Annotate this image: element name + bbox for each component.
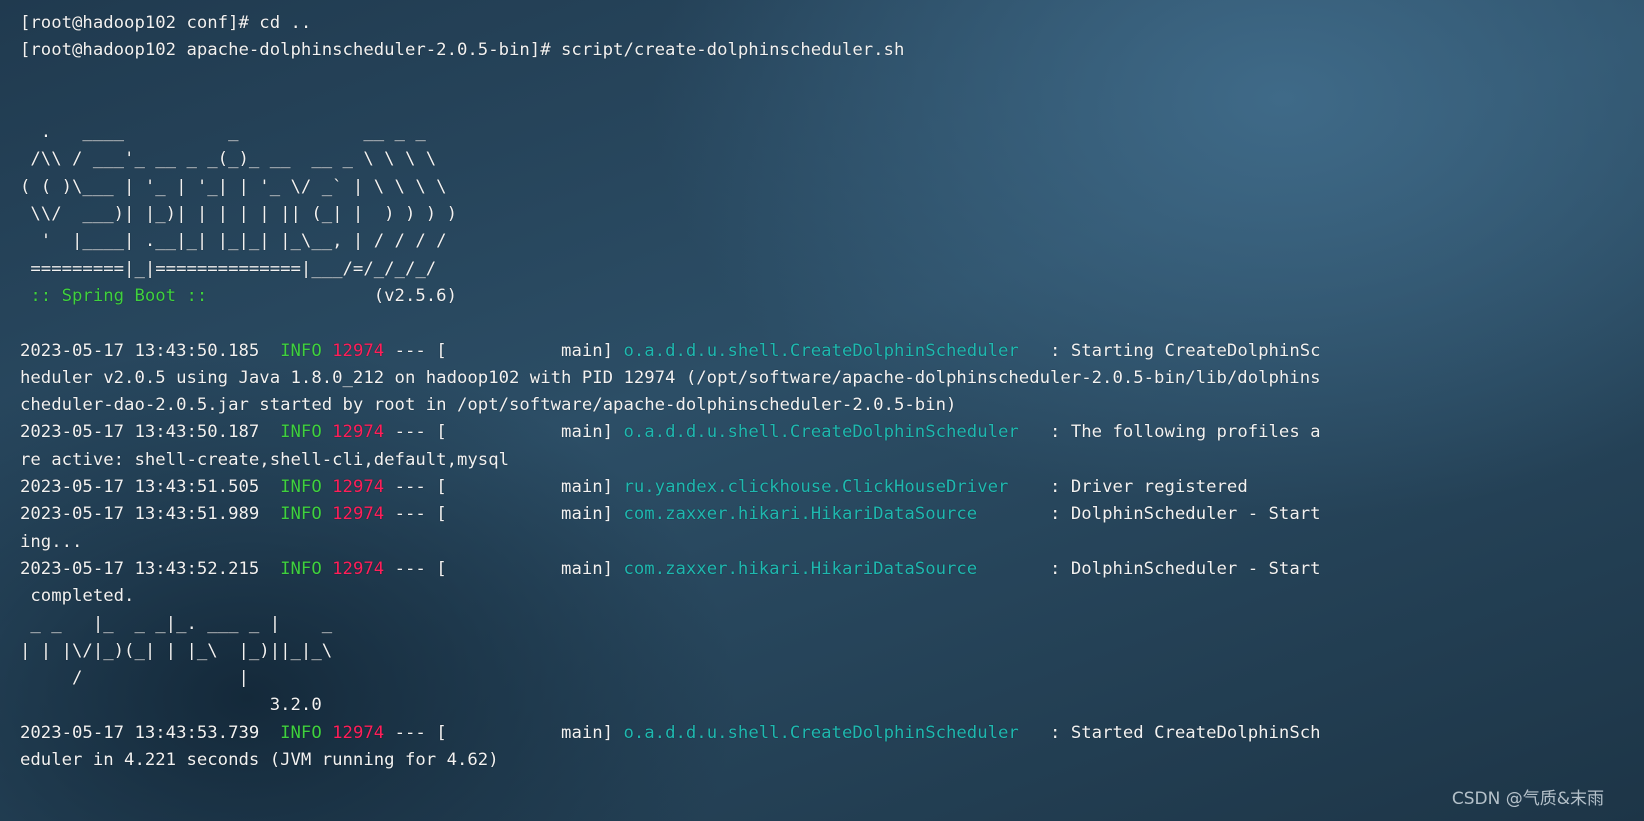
log-message: : Driver registered bbox=[1039, 477, 1248, 498]
log-timestamp: 2023-05-17 13:43:51.989 bbox=[20, 504, 281, 525]
log-thread: --- [ main] bbox=[384, 422, 624, 443]
line-text: | | |\/|_)(_| | |_\ |_)||_|_\ bbox=[20, 640, 333, 661]
line-text: _ _ |_ _ _|_. ___ _ | _ bbox=[20, 613, 333, 634]
terminal-line: ( ( )\___ | '_ | '_| | '_ \/ _` | \ \ \ … bbox=[20, 174, 1620, 201]
log-thread: --- [ main] bbox=[384, 340, 624, 361]
terminal-line: =========|_|==============|___/=/_/_/_/ bbox=[20, 256, 1620, 283]
log-logger: ru.yandex.clickhouse.ClickHouseDriver bbox=[623, 477, 1040, 498]
log-logger: o.a.d.d.u.shell.CreateDolphinScheduler bbox=[623, 422, 1040, 443]
line-text: \\/ ___)| |_)| | | | | || (_| | ) ) ) ) bbox=[20, 204, 457, 225]
terminal-line: \\/ ___)| |_)| | | | | || (_| | ) ) ) ) bbox=[20, 201, 1620, 228]
log-pid: 12974 bbox=[321, 340, 385, 361]
line-text: / | bbox=[20, 668, 249, 689]
log-pid: 12974 bbox=[321, 558, 385, 579]
terminal-line: completed. bbox=[20, 583, 1620, 610]
log-message: : Starting CreateDolphinSc bbox=[1039, 340, 1321, 361]
log-line: 2023-05-17 13:43:52.215 INFO 12974 --- [… bbox=[20, 556, 1620, 583]
log-pid: 12974 bbox=[321, 504, 385, 525]
line-text: (v2.5.6) bbox=[217, 285, 457, 306]
line-text: [root@hadoop102 conf]# cd .. bbox=[20, 13, 312, 33]
log-level: INFO bbox=[280, 558, 322, 579]
terminal-line: cheduler-dao-2.0.5.jar started by root i… bbox=[20, 392, 1620, 419]
line-text: ing... bbox=[20, 531, 83, 552]
line-text: 3.2.0 bbox=[20, 695, 322, 716]
terminal-line: :: Spring Boot :: (v2.5.6) bbox=[20, 283, 1620, 310]
log-line: 2023-05-17 13:43:50.185 INFO 12974 --- [… bbox=[20, 338, 1620, 365]
log-thread: --- [ main] bbox=[384, 558, 624, 579]
line-text: ' |____| .__|_| |_|_| |_\__, | / / / / bbox=[20, 231, 447, 252]
log-logger: com.zaxxer.hikari.HikariDataSource bbox=[623, 558, 1040, 579]
log-thread: --- [ main] bbox=[384, 504, 624, 525]
terminal-line: 3.2.0 bbox=[20, 692, 1620, 719]
line-text: completed. bbox=[20, 586, 135, 607]
terminal-line: heduler v2.0.5 using Java 1.8.0_212 on h… bbox=[20, 365, 1620, 392]
csdn-watermark: CSDN @气质&末雨 bbox=[1451, 789, 1604, 809]
log-timestamp: 2023-05-17 13:43:51.505 bbox=[20, 477, 281, 498]
line-text: [root@hadoop102 apache-dolphinscheduler-… bbox=[20, 40, 905, 61]
log-pid: 12974 bbox=[321, 422, 385, 443]
line-text: . ____ _ __ _ _ bbox=[20, 122, 426, 143]
log-message: : DolphinScheduler - Start bbox=[1039, 504, 1321, 525]
spring-boot-label: :: Spring Boot :: bbox=[20, 285, 218, 306]
log-level: INFO bbox=[280, 422, 322, 443]
log-line: 2023-05-17 13:43:51.505 INFO 12974 --- [… bbox=[20, 474, 1620, 501]
log-message: : DolphinScheduler - Start bbox=[1039, 558, 1321, 579]
terminal-line: [root@hadoop102 apache-dolphinscheduler-… bbox=[20, 37, 1620, 64]
terminal-line: / | bbox=[20, 665, 1620, 692]
line-text: =========|_|==============|___/=/_/_/_/ bbox=[20, 258, 437, 279]
line-text: ( ( )\___ | '_ | '_| | '_ \/ _` | \ \ \ … bbox=[20, 176, 447, 197]
log-level: INFO bbox=[280, 340, 322, 361]
log-line: 2023-05-17 13:43:53.739 INFO 12974 --- [… bbox=[20, 720, 1620, 747]
terminal-line: eduler in 4.221 seconds (JVM running for… bbox=[20, 747, 1620, 774]
log-logger: o.a.d.d.u.shell.CreateDolphinScheduler bbox=[623, 722, 1040, 743]
terminal-line: ' |____| .__|_| |_|_| |_\__, | / / / / bbox=[20, 228, 1620, 255]
terminal-output[interactable]: [root@hadoop102 conf]# cd .. [root@hadoop… bbox=[20, 10, 1620, 810]
log-timestamp: 2023-05-17 13:43:50.187 bbox=[20, 422, 281, 443]
log-logger: o.a.d.d.u.shell.CreateDolphinScheduler bbox=[623, 340, 1040, 361]
line-text: cheduler-dao-2.0.5.jar started by root i… bbox=[20, 395, 957, 416]
log-timestamp: 2023-05-17 13:43:53.739 bbox=[20, 722, 281, 743]
log-logger: com.zaxxer.hikari.HikariDataSource bbox=[623, 504, 1040, 525]
terminal-line: _ _ |_ _ _|_. ___ _ | _ bbox=[20, 611, 1620, 638]
terminal-line: [root@hadoop102 conf]# cd .. bbox=[20, 10, 1620, 37]
terminal-line: . ____ _ __ _ _ bbox=[20, 119, 1620, 146]
log-timestamp: 2023-05-17 13:43:52.215 bbox=[20, 558, 281, 579]
terminal-line: ing... bbox=[20, 529, 1620, 556]
log-thread: --- [ main] bbox=[384, 722, 624, 743]
log-line: 2023-05-17 13:43:51.989 INFO 12974 --- [… bbox=[20, 501, 1620, 528]
line-text: eduler in 4.221 seconds (JVM running for… bbox=[20, 750, 499, 771]
terminal-line: | | |\/|_)(_| | |_\ |_)||_|_\ bbox=[20, 638, 1620, 665]
log-message: : Started CreateDolphinSch bbox=[1039, 722, 1321, 743]
log-level: INFO bbox=[280, 504, 322, 525]
log-pid: 12974 bbox=[321, 722, 385, 743]
log-timestamp: 2023-05-17 13:43:50.185 bbox=[20, 340, 281, 361]
log-message: : The following profiles a bbox=[1039, 422, 1321, 443]
log-level: INFO bbox=[280, 477, 322, 498]
log-pid: 12974 bbox=[321, 477, 385, 498]
log-level: INFO bbox=[280, 722, 322, 743]
line-text: /\\ / ___'_ __ _ _(_)_ __ __ _ \ \ \ \ bbox=[20, 149, 437, 170]
terminal-line: /\\ / ___'_ __ _ _(_)_ __ __ _ \ \ \ \ bbox=[20, 146, 1620, 173]
line-text: heduler v2.0.5 using Java 1.8.0_212 on h… bbox=[20, 367, 1321, 388]
log-line: 2023-05-17 13:43:50.187 INFO 12974 --- [… bbox=[20, 419, 1620, 446]
line-text: re active: shell-create,shell-cli,defaul… bbox=[20, 449, 509, 470]
log-thread: --- [ main] bbox=[384, 477, 624, 498]
terminal-line: re active: shell-create,shell-cli,defaul… bbox=[20, 447, 1620, 474]
